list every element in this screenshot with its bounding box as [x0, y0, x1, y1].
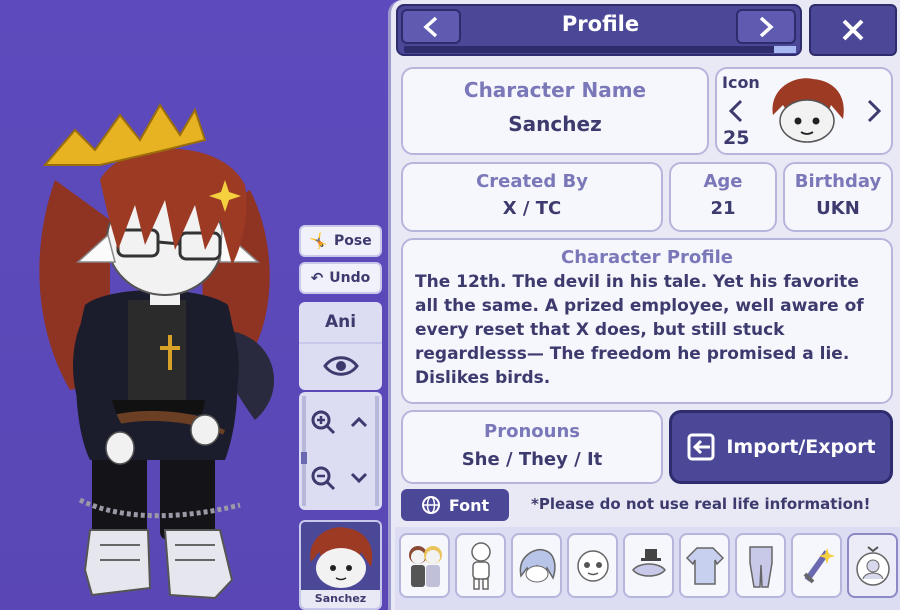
- character-thumb-icon: [310, 527, 373, 588]
- created-by-value: X / TC: [502, 198, 562, 219]
- character-name-value: Sanchez: [508, 112, 602, 136]
- privacy-notice: *Please do not use real life information…: [531, 495, 871, 513]
- close-button[interactable]: [809, 4, 897, 56]
- character-profile-text: The 12th. The devil in his tale. Yet his…: [415, 272, 864, 388]
- tray-top[interactable]: [679, 533, 730, 598]
- age-label: Age: [703, 171, 743, 192]
- pose-button[interactable]: 🤸 Pose: [299, 225, 382, 257]
- zoom-in-icon: [311, 410, 336, 435]
- tray-profile[interactable]: [847, 533, 898, 598]
- age-box[interactable]: Age 21: [669, 162, 777, 232]
- profile-panel: Profile Character Name Sanchez Icon 25 C…: [388, 0, 900, 610]
- tray-characters[interactable]: [399, 533, 450, 598]
- bottom-icon: [748, 545, 773, 588]
- icon-next-button[interactable]: [863, 99, 885, 127]
- birthday-box[interactable]: Birthday UKN: [783, 162, 893, 232]
- characters-icon: [408, 545, 442, 587]
- zoom-panel: [299, 392, 382, 510]
- close-icon: [842, 19, 864, 41]
- page-progress-fill: [774, 46, 796, 53]
- chevron-left-icon: [423, 16, 438, 37]
- hair-icon: [519, 548, 556, 582]
- tray-body[interactable]: [455, 533, 506, 598]
- icon-box: Icon 25: [715, 67, 893, 155]
- prev-button[interactable]: [401, 9, 461, 44]
- pose-label: Pose: [333, 233, 372, 249]
- pronouns-box[interactable]: Pronouns She / They / It: [401, 410, 663, 484]
- birthday-value: UKN: [816, 198, 860, 219]
- globe-icon: [421, 496, 440, 514]
- tray-props[interactable]: [791, 533, 842, 598]
- tray-face[interactable]: [567, 533, 618, 598]
- visibility-toggle[interactable]: [299, 344, 382, 388]
- page-title: Profile: [561, 12, 640, 36]
- next-button[interactable]: [736, 9, 796, 44]
- pose-icon: 🤸: [309, 232, 328, 250]
- age-value: 21: [710, 198, 736, 219]
- birthday-label: Birthday: [794, 171, 882, 192]
- header-bar: Profile: [396, 4, 802, 56]
- top-icon: [685, 546, 724, 585]
- undo-label: Undo: [329, 270, 371, 286]
- font-button[interactable]: Font: [401, 489, 509, 521]
- undo-icon: ↶: [310, 269, 324, 287]
- zoom-slider[interactable]: [301, 396, 307, 506]
- zoom-out-button[interactable]: [307, 452, 339, 504]
- body-icon: [470, 541, 491, 590]
- tray-hair[interactable]: [511, 533, 562, 598]
- move-up-button[interactable]: [343, 396, 375, 448]
- character-thumbnail[interactable]: Sanchez: [299, 520, 382, 610]
- icon-label: Icon: [722, 73, 760, 92]
- chevron-up-icon: [350, 416, 368, 428]
- character-name-box[interactable]: Character Name Sanchez: [401, 67, 709, 155]
- accessories-icon: [631, 548, 666, 577]
- zoom-out-icon: [311, 466, 336, 491]
- import-export-button[interactable]: Import/Export: [669, 410, 893, 484]
- pronouns-value: She / They / It: [461, 449, 603, 470]
- chevron-right-icon: [867, 99, 882, 123]
- face-icon: [576, 549, 609, 582]
- chevron-right-icon: [759, 16, 774, 37]
- zoom-in-button[interactable]: [307, 396, 339, 448]
- eye-icon: [322, 356, 359, 376]
- character-stage: 🤸 Pose ↶ Undo Ani Sanchez: [0, 0, 390, 610]
- ani-button[interactable]: Ani: [299, 302, 382, 344]
- tray-bottom[interactable]: [735, 533, 786, 598]
- character-profile-label: Character Profile: [561, 247, 733, 268]
- scroll-track[interactable]: [375, 396, 379, 506]
- move-down-button[interactable]: [343, 452, 375, 504]
- import-export-label: Import/Export: [726, 436, 876, 458]
- character-name-label: Character Name: [463, 78, 647, 102]
- ani-panel: Ani: [299, 302, 382, 390]
- pronouns-label: Pronouns: [484, 421, 580, 442]
- tray-accessories[interactable]: [623, 533, 674, 598]
- profile-icon: [855, 545, 890, 586]
- created-by-box[interactable]: Created By X / TC: [401, 162, 663, 232]
- page-progress: [404, 46, 796, 53]
- character-figure[interactable]: [0, 0, 300, 610]
- icon-prev-button[interactable]: [725, 99, 747, 127]
- chevron-left-icon: [728, 99, 743, 123]
- ani-label: Ani: [324, 312, 357, 332]
- thumb-name: Sanchez: [301, 590, 380, 608]
- font-label: Font: [448, 495, 490, 515]
- props-icon: [803, 547, 835, 583]
- character-profile-box[interactable]: Character Profile The 12th. The devil in…: [401, 238, 893, 404]
- created-by-label: Created By: [476, 171, 588, 192]
- icon-number: 25: [723, 127, 750, 149]
- character-icon-portrait: [772, 78, 844, 143]
- import-export-icon: [687, 433, 715, 461]
- chevron-down-icon: [350, 472, 368, 484]
- undo-button[interactable]: ↶ Undo: [299, 262, 382, 294]
